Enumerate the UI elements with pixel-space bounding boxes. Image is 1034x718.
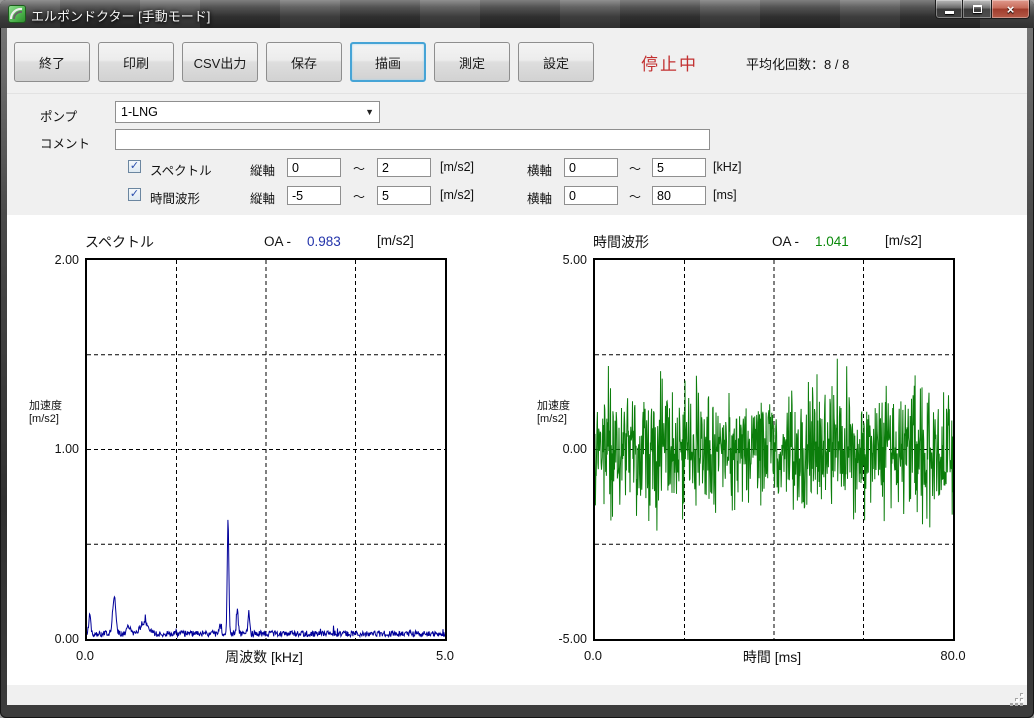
waveform-ytick-max: 5.00 bbox=[533, 253, 587, 267]
draw-button[interactable]: 描画 bbox=[350, 42, 426, 82]
spectrum-haxis-label: 横軸 bbox=[527, 160, 552, 179]
close-button[interactable]: × bbox=[991, 0, 1030, 19]
spectrum-xtick-max: 5.0 bbox=[436, 648, 454, 663]
spectrum-v-tilde: ～ bbox=[353, 160, 365, 177]
spectrum-xaxis-label: 周波数 [kHz] bbox=[225, 647, 303, 667]
toolbar-separator bbox=[7, 93, 1027, 94]
waveform-vaxis-label: 縦軸 bbox=[250, 188, 275, 207]
spectrum-hmin-input[interactable] bbox=[564, 158, 618, 177]
resize-grip[interactable] bbox=[1011, 689, 1024, 702]
waveform-checkbox[interactable]: ✓ bbox=[128, 188, 141, 201]
maximize-icon bbox=[973, 5, 982, 13]
toolbar: 終了 印刷 CSV出力 保存 描画 測定 設定 bbox=[14, 42, 594, 82]
pump-selected-value: 1-LNG bbox=[121, 105, 158, 119]
window-title: エルポンドクター [手動モード] bbox=[31, 6, 210, 25]
status-bar bbox=[7, 684, 1027, 705]
check-icon: ✓ bbox=[130, 189, 139, 200]
waveform-hmax-input[interactable] bbox=[652, 186, 706, 205]
spectrum-oa-label: OA - bbox=[264, 234, 291, 249]
close-icon: × bbox=[1007, 3, 1015, 16]
waveform-v-tilde: ～ bbox=[353, 188, 365, 205]
minimize-icon bbox=[945, 11, 954, 14]
spectrum-checkbox[interactable]: ✓ bbox=[128, 160, 141, 173]
waveform-hmin-input[interactable] bbox=[564, 186, 618, 205]
spectrum-checkbox-label: スペクトル bbox=[150, 160, 212, 179]
averaging-count: 平均化回数：8 / 8 bbox=[746, 54, 849, 73]
waveform-oa-value: 1.041 bbox=[815, 234, 849, 249]
waveform-vmin-input[interactable] bbox=[287, 186, 341, 205]
spectrum-ytick-min: 0.00 bbox=[25, 632, 79, 646]
spectrum-vmax-input[interactable] bbox=[377, 158, 431, 177]
waveform-oa-label: OA - bbox=[772, 234, 799, 249]
print-button[interactable]: 印刷 bbox=[98, 42, 174, 82]
window-controls: × bbox=[935, 0, 1030, 22]
waveform-ytick-mid: 0.00 bbox=[533, 442, 587, 456]
spectrum-hmax-input[interactable] bbox=[652, 158, 706, 177]
waveform-yaxis-label: 加速度 [m/s2] bbox=[537, 400, 591, 426]
spectrum-ytick-mid: 1.00 bbox=[25, 442, 79, 456]
comment-input[interactable] bbox=[115, 129, 710, 150]
spectrum-h-unit: [kHz] bbox=[713, 160, 741, 174]
spectrum-xtick-min: 0.0 bbox=[76, 648, 94, 663]
spectrum-yaxis-label: 加速度 [m/s2] bbox=[29, 400, 83, 426]
app-icon bbox=[9, 6, 25, 22]
chevron-down-icon: ▼ bbox=[365, 107, 374, 117]
spectrum-vaxis-label: 縦軸 bbox=[250, 160, 275, 179]
spectrum-chart: スペクトル OA - 0.983 [m/s2] 2.00 1.00 0.00 加… bbox=[25, 232, 461, 682]
waveform-oa-unit: [m/s2] bbox=[885, 233, 922, 248]
waveform-plot-area bbox=[593, 258, 955, 641]
waveform-h-tilde: ～ bbox=[629, 188, 641, 205]
save-button[interactable]: 保存 bbox=[266, 42, 342, 82]
minimize-button[interactable] bbox=[935, 0, 963, 19]
spectrum-vmin-input[interactable] bbox=[287, 158, 341, 177]
waveform-xtick-min: 0.0 bbox=[584, 648, 602, 663]
app-window: エルポンドクター [手動モード] × 終了 印刷 CSV出力 保存 描画 測定 … bbox=[0, 0, 1034, 718]
spectrum-v-unit: [m/s2] bbox=[440, 160, 474, 174]
spectrum-h-tilde: ～ bbox=[629, 160, 641, 177]
waveform-v-unit: [m/s2] bbox=[440, 188, 474, 202]
pump-select[interactable]: 1-LNG ▼ bbox=[115, 101, 380, 123]
waveform-vmax-input[interactable] bbox=[377, 186, 431, 205]
spectrum-chart-title: スペクトル bbox=[85, 232, 154, 252]
settings-button[interactable]: 設定 bbox=[518, 42, 594, 82]
waveform-xtick-max: 80.0 bbox=[940, 648, 965, 663]
waveform-checkbox-label: 時間波形 bbox=[150, 188, 200, 207]
pump-label: ポンプ bbox=[40, 106, 77, 125]
exit-button[interactable]: 終了 bbox=[14, 42, 90, 82]
spectrum-plot-area bbox=[85, 258, 447, 641]
comment-label: コメント bbox=[40, 133, 90, 152]
csv-export-button[interactable]: CSV出力 bbox=[182, 42, 258, 82]
waveform-xaxis-label: 時間 [ms] bbox=[743, 647, 801, 667]
spectrum-oa-unit: [m/s2] bbox=[377, 233, 414, 248]
waveform-chart-title: 時間波形 bbox=[593, 232, 649, 252]
waveform-h-unit: [ms] bbox=[713, 188, 737, 202]
spectrum-oa-value: 0.983 bbox=[307, 234, 341, 249]
check-icon: ✓ bbox=[130, 161, 139, 172]
measurement-status: 停止中 bbox=[641, 50, 698, 75]
waveform-ytick-min: -5.00 bbox=[533, 632, 587, 646]
waveform-chart: 時間波形 OA - 1.041 [m/s2] 5.00 0.00 -5.00 加… bbox=[533, 232, 969, 682]
spectrum-ytick-max: 2.00 bbox=[25, 253, 79, 267]
waveform-haxis-label: 横軸 bbox=[527, 188, 552, 207]
measure-button[interactable]: 測定 bbox=[434, 42, 510, 82]
maximize-button[interactable] bbox=[963, 0, 991, 19]
